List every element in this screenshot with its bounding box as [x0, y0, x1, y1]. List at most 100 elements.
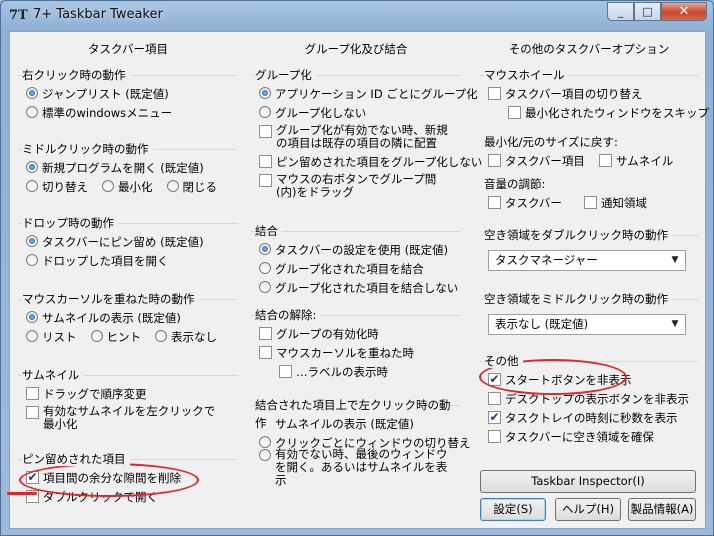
uncombine-hover-checkbox[interactable]: マウスカーソルを重ねた時 — [259, 345, 414, 361]
uncombine-activate-checkbox[interactable]: グループの有効化時 — [259, 326, 379, 342]
combine-group: 結合 タスクバーの設定を使用 (既定値) グループ化された項目を結合 グループ化… — [251, 222, 461, 297]
midclick-action-select[interactable]: 表示なし (既定値) ▼ — [488, 314, 686, 335]
minimize-button[interactable]: _ — [607, 2, 634, 21]
settings-button[interactable]: 設定(S) — [480, 498, 546, 521]
uncombine-label-checkbox[interactable]: …ラベルの表示時 — [279, 364, 388, 380]
checkbox-icon — [488, 86, 501, 100]
clock-seconds-checkbox[interactable]: ✔ タスクトレイの時刻に秒数を表示 — [488, 410, 678, 426]
wheel-skip-minimized-checkbox[interactable]: 最小化されたウィンドウをスキップ — [508, 105, 709, 121]
taskbar-items-column: タスクバー項目 右クリック時の動作 ジャンプリスト (既定値) 標準のwindo… — [18, 40, 238, 504]
right-drag-checkbox[interactable]: マウスの右ボタンでグループ間(内)をドラッグ — [259, 173, 451, 199]
combine-taskbar-setting-radio[interactable]: タスクバーの設定を使用 (既定値) — [259, 242, 448, 258]
chevron-down-icon: ▼ — [671, 319, 679, 329]
leftclick-last-window-radio[interactable]: 有効でない時、最後のウィンドウを開く。あるいはサムネイルを表示 — [259, 447, 450, 487]
other-group: その他 ✔ スタートボタンを非表示 デスクトップの表示ボタンを非表示 ✔ タスクトレ… — [480, 352, 698, 446]
mclick-minimize-radio[interactable]: 最小化 — [102, 179, 153, 195]
hide-start-button-checkbox[interactable]: ✔ スタートボタンを非表示 — [488, 372, 632, 388]
no-group-pinned-checkbox[interactable]: ピン留めされた項目をグループ化しない — [259, 154, 482, 170]
drop-open-radio[interactable]: ドロップした項目を開く — [26, 253, 169, 269]
reserve-space-checkbox[interactable]: タスクバーに空き領域を確保 — [488, 429, 654, 445]
checkbox-icon — [488, 153, 501, 167]
mclick-switch-radio[interactable]: 切り替え — [26, 179, 88, 195]
dblclick-action-select[interactable]: タスクマネージャー ▼ — [488, 250, 686, 271]
group-title: グループ化 — [251, 66, 461, 84]
minmax-thumbnail-checkbox[interactable]: サムネイル — [598, 153, 673, 169]
app-logo-icon: 7T — [9, 8, 28, 23]
rclick-standard-radio[interactable]: 標準のwindowsメニュー — [26, 105, 172, 121]
radio-icon — [259, 261, 271, 274]
hide-show-desktop-checkbox[interactable]: デスクトップの表示ボタンを非表示 — [488, 391, 689, 407]
volume-tray-checkbox[interactable]: 通知領域 — [583, 195, 647, 211]
radio-icon — [26, 179, 38, 192]
radio-icon — [259, 105, 271, 118]
leftclick-thumbnail-radio[interactable]: サムネイルの表示 (既定値) — [259, 416, 414, 432]
group-by-appid-radio[interactable]: アプリケーション ID ごとにグループ化 — [259, 86, 478, 102]
remove-gaps-checkbox[interactable]: ✔ 項目間の余分な隙間を削除 — [26, 470, 181, 486]
group-title: 最小化/元のサイズに戻す: — [484, 134, 618, 149]
maximize-button[interactable]: □ — [634, 2, 661, 21]
hover-list-radio[interactable]: リスト — [26, 329, 77, 345]
checkbox-icon — [279, 364, 292, 378]
thumb-minimize-checkbox[interactable]: 有効なサムネイルを左クリックで最小化 — [26, 405, 223, 431]
radio-icon — [26, 86, 38, 99]
radio-icon — [259, 280, 271, 293]
title-bar[interactable]: 7T 7+ Taskbar Tweaker _ □ ✕ — [1, 1, 713, 31]
group-title: ピン留めされた項目 — [18, 450, 238, 468]
radio-icon — [90, 329, 103, 342]
radio-icon — [26, 253, 38, 266]
drag-reorder-checkbox[interactable]: ドラッグで順序変更 — [26, 386, 147, 402]
group-title: 結合 — [251, 222, 461, 240]
minmax-group: 最小化/元のサイズに戻す: タスクバー項目 サムネイル — [480, 132, 698, 170]
checkbox-icon — [508, 105, 521, 119]
hover-hint-radio[interactable]: ヒント — [90, 329, 141, 345]
hover-none-radio[interactable]: 表示なし — [155, 329, 217, 345]
group-title: その他 — [480, 352, 698, 370]
radio-icon — [26, 329, 38, 342]
close-button[interactable]: ✕ — [661, 2, 707, 21]
taskbar-inspector-button[interactable]: Taskbar Inspector(I) — [480, 470, 696, 493]
combine-grouped-radio[interactable]: グループ化された項目を結合 — [259, 261, 424, 277]
no-combine-radio[interactable]: グループ化された項目を結合しない — [259, 280, 458, 296]
window-title: 7+ Taskbar Tweaker — [33, 7, 163, 22]
checkbox-icon — [259, 125, 272, 138]
column-header: タスクバー項目 — [88, 42, 168, 56]
volume-group: 音量の調節: タスクバー 通知領域 — [480, 174, 698, 212]
group-title: マウスホイール — [480, 66, 698, 84]
checkbox-icon: ✔ — [488, 409, 501, 424]
no-grouping-radio[interactable]: グループ化しない — [259, 105, 366, 121]
settings-panel: タスクバー項目 右クリック時の動作 ジャンプリスト (既定値) 標準のwindo… — [9, 31, 709, 529]
uncombine-group: 結合の解除: グループの有効化時 マウスカーソルを重ねた時 …ラベルの表示時 — [251, 306, 461, 381]
grouping-column: グループ化及び結合 グループ化 アプリケーション ID ごとにグループ化 グルー… — [251, 40, 482, 486]
leftclick-group: 結合された項目上で左クリック時の動作 サムネイルの表示 (既定値) クリックごと… — [251, 396, 471, 486]
dblclick-group: 空き領域をダブルクリック時の動作 タスクマネージャー ▼ — [480, 226, 698, 276]
hover-thumbnail-radio[interactable]: サムネイルの表示 (既定値) — [26, 310, 181, 326]
drop-pin-radio[interactable]: タスクバーにピン留め (既定値) — [26, 234, 204, 250]
group-title: サムネイル — [18, 366, 238, 384]
about-button[interactable]: 製品情報(A) — [628, 498, 696, 521]
radio-icon — [166, 179, 179, 192]
volume-taskbar-checkbox[interactable]: タスクバー — [488, 195, 562, 211]
checkbox-icon — [583, 195, 597, 209]
group-title: 空き領域をダブルクリック時の動作 — [480, 226, 698, 244]
checkbox-icon — [259, 326, 272, 340]
mclick-group: ミドルクリック時の動作 新規プログラムを開く (既定値) 切り替え 最小化 閉じ… — [18, 140, 238, 196]
dblclick-open-checkbox[interactable]: ダブルクリックで開く — [26, 489, 158, 505]
annotation-stroke — [7, 492, 37, 495]
wheel-cycle-checkbox[interactable]: タスクバー項目の切り替え — [488, 86, 642, 102]
checkbox-icon — [598, 153, 612, 167]
mclick-new-radio[interactable]: 新規プログラムを開く (既定値) — [26, 160, 204, 176]
rclick-jumplist-radio[interactable]: ジャンプリスト (既定値) — [26, 86, 169, 102]
radio-icon — [259, 448, 271, 461]
drop-group: ドロップ時の動作 タスクバーにピン留め (既定値) ドロップした項目を開く — [18, 214, 238, 270]
chevron-down-icon: ▼ — [671, 255, 679, 265]
wheel-group: マウスホイール タスクバー項目の切り替え 最小化されたウィンドウをスキップ — [480, 66, 709, 122]
place-next-checkbox[interactable]: グループ化が有効でない時、新規の項目は既存の項目の隣に配置 — [259, 124, 451, 150]
group-title: ミドルクリック時の動作 — [18, 140, 238, 158]
radio-icon — [26, 234, 38, 247]
radio-icon — [155, 329, 167, 342]
help-button[interactable]: ヘルプ(H) — [555, 498, 621, 521]
mclick-close-radio[interactable]: 閉じる — [166, 179, 217, 195]
minmax-taskbar-item-checkbox[interactable]: タスクバー項目 — [488, 153, 585, 169]
column-header: その他のタスクバーオプション — [508, 42, 670, 56]
group-title: マウスカーソルを重ねた時の動作 — [18, 290, 238, 308]
